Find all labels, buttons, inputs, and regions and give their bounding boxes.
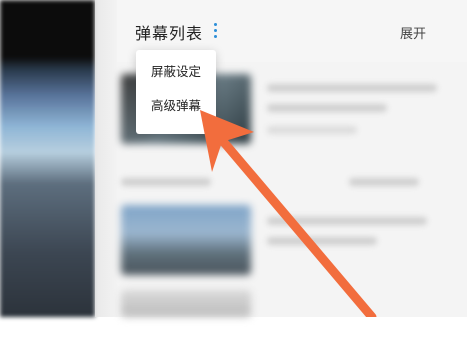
arrow-annotation-icon bbox=[200, 110, 377, 317]
